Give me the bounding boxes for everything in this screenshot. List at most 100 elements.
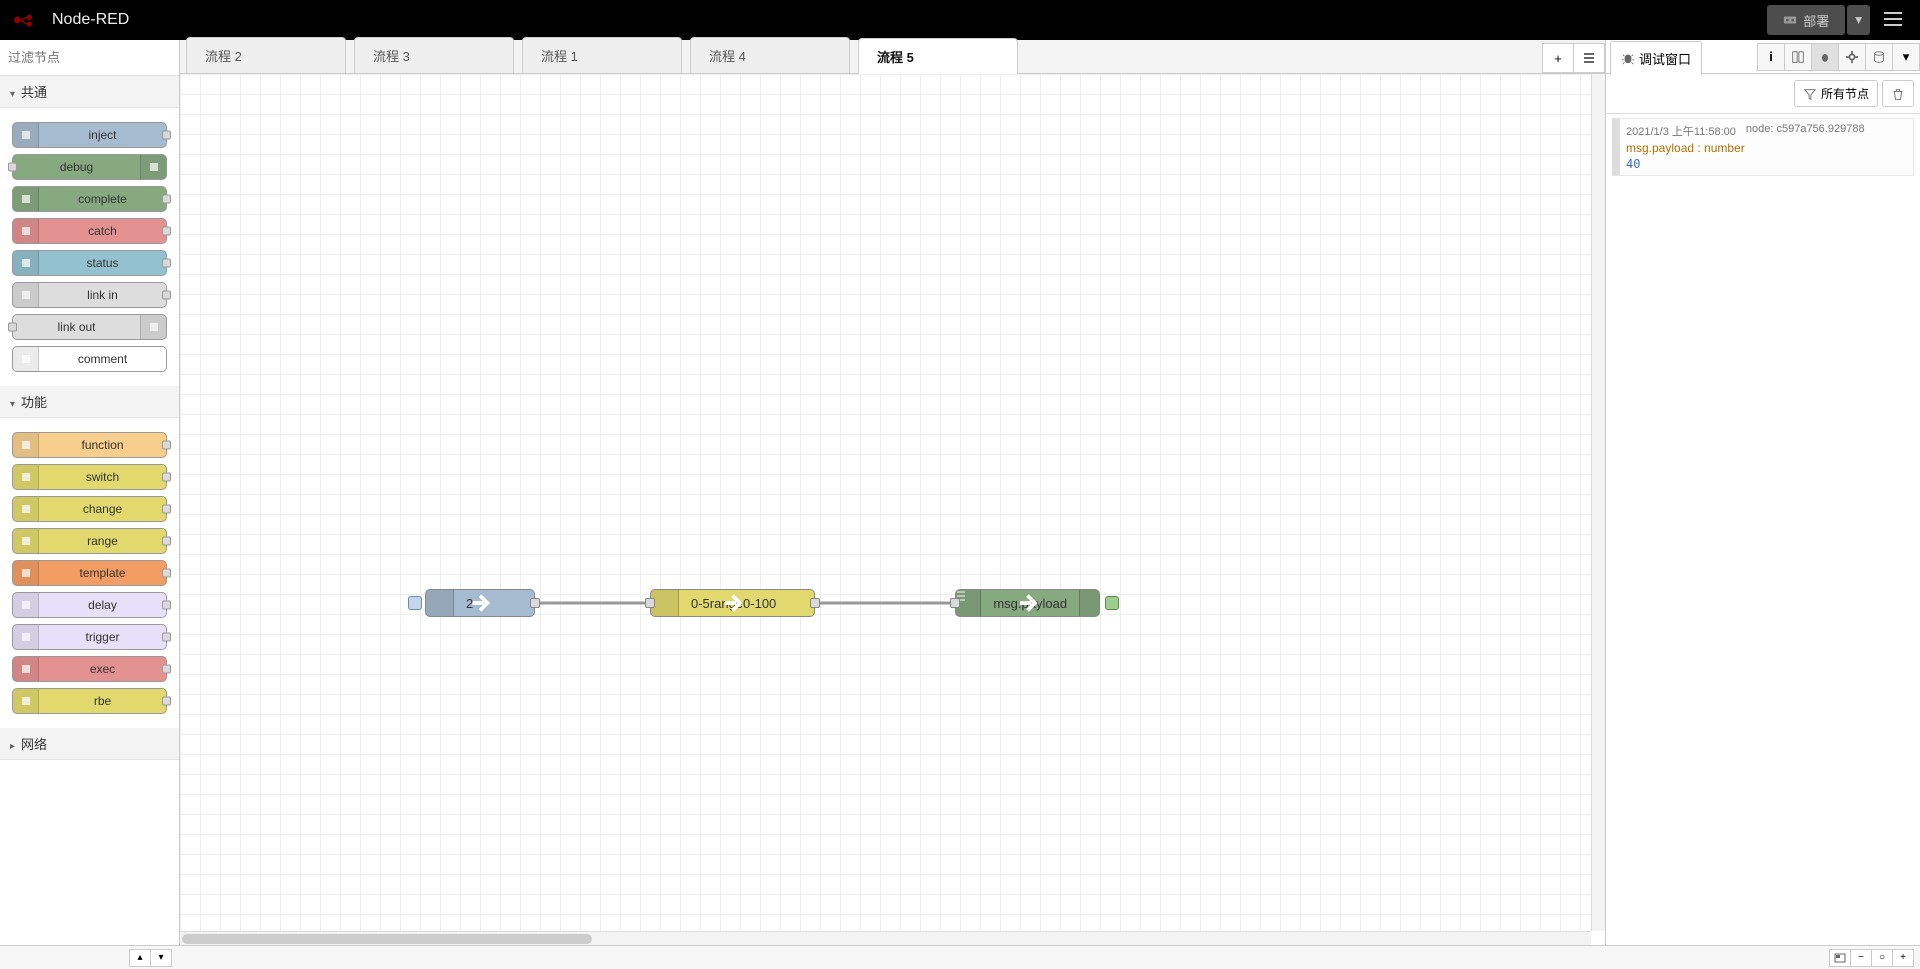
palette-node-debug[interactable]: debug: [12, 154, 167, 180]
inject-button[interactable]: [408, 596, 422, 610]
sidebar-tool-context[interactable]: [1865, 43, 1893, 71]
palette-node-status[interactable]: status: [12, 250, 167, 276]
palette-collapse-up[interactable]: ▴: [129, 949, 151, 967]
node-port-in[interactable]: [950, 598, 960, 608]
debug-filter-button[interactable]: 所有节点: [1794, 80, 1878, 107]
palette-node-comment[interactable]: comment: [12, 346, 167, 372]
sidebar-tab-debug[interactable]: 调试窗口: [1610, 41, 1702, 75]
status-bar: ▴ ▾ − ○ +: [0, 945, 1920, 969]
template-icon: [13, 561, 39, 585]
link-in-icon: [13, 283, 39, 307]
zoom-out[interactable]: −: [1850, 949, 1872, 967]
node-port-out[interactable]: [530, 598, 540, 608]
flow-tabs: 流程 2流程 3流程 1流程 4流程 5 +: [180, 40, 1605, 74]
palette-node-link-out[interactable]: link out: [12, 314, 167, 340]
palette-node-label: link out: [13, 320, 140, 334]
palette-node-label: catch: [39, 224, 166, 238]
palette-collapse-down[interactable]: ▾: [150, 949, 172, 967]
range-icon: [13, 529, 39, 553]
debug-toggle-icon: [1079, 590, 1099, 616]
add-flow-button[interactable]: +: [1542, 43, 1574, 73]
database-icon: [1872, 50, 1886, 64]
palette-node-rbe[interactable]: rbe: [12, 688, 167, 714]
flow-tab[interactable]: 流程 2: [186, 37, 346, 73]
comment-icon: [13, 347, 39, 371]
node-palette: 共通 inject debug complete catch status link in l…: [0, 40, 180, 945]
palette-category-common[interactable]: 共通: [0, 76, 179, 108]
debug-node: node: c597a756.929788: [1746, 123, 1865, 139]
palette-category-network[interactable]: 网络: [0, 728, 179, 760]
sidebar-tool-config[interactable]: [1838, 43, 1866, 71]
canvas-scrollbar-horizontal[interactable]: [180, 931, 1591, 945]
flow-canvas[interactable]: 2 0-5range0-100 msg.payload: [180, 74, 1591, 931]
book-icon: [1791, 50, 1805, 64]
palette-node-label: comment: [39, 352, 166, 366]
bug-icon: [1621, 51, 1635, 65]
palette-node-template[interactable]: template: [12, 560, 167, 586]
catch-icon: [13, 219, 39, 243]
view-navigator[interactable]: [1829, 949, 1851, 967]
palette-node-label: trigger: [39, 630, 166, 644]
function-icon: [13, 433, 39, 457]
flow-node-inject[interactable]: 2: [425, 589, 535, 617]
palette-node-range[interactable]: range: [12, 528, 167, 554]
status-icon: [13, 251, 39, 275]
palette-node-label: inject: [39, 128, 166, 142]
palette-node-inject[interactable]: inject: [12, 122, 167, 148]
delay-icon: [13, 593, 39, 617]
palette-node-catch[interactable]: catch: [12, 218, 167, 244]
flow-tab[interactable]: 流程 1: [522, 37, 682, 73]
palette-node-trigger[interactable]: trigger: [12, 624, 167, 650]
debug-filter-label: 所有节点: [1821, 85, 1869, 102]
palette-node-complete[interactable]: complete: [12, 186, 167, 212]
debug-status-icon: [1105, 596, 1119, 610]
flow-tab[interactable]: 流程 4: [690, 37, 850, 73]
palette-node-label: rbe: [39, 694, 166, 708]
workspace: 流程 2流程 3流程 1流程 4流程 5 + 2 0-5range0-100 msg.…: [180, 40, 1605, 945]
palette-node-change[interactable]: change: [12, 496, 167, 522]
palette-node-switch[interactable]: switch: [12, 464, 167, 490]
flow-node-debug[interactable]: msg.payload: [955, 589, 1100, 617]
palette-node-label: change: [39, 502, 166, 516]
flow-node-range[interactable]: 0-5range0-100: [650, 589, 815, 617]
complete-icon: [13, 187, 39, 211]
palette-category-function[interactable]: 功能: [0, 386, 179, 418]
debug-clear-button[interactable]: [1882, 80, 1914, 107]
inject-icon: [13, 123, 39, 147]
debug-icon: [140, 155, 166, 179]
sidebar-tool-more[interactable]: ▾: [1892, 43, 1920, 71]
palette-node-label: debug: [13, 160, 140, 174]
main-menu-button[interactable]: [1878, 6, 1908, 35]
node-port-in[interactable]: [645, 598, 655, 608]
node-port-out[interactable]: [810, 598, 820, 608]
palette-node-label: link in: [39, 288, 166, 302]
trigger-icon: [13, 625, 39, 649]
palette-node-function[interactable]: function: [12, 432, 167, 458]
palette-search-input[interactable]: [6, 46, 173, 69]
deploy-icon: [1783, 13, 1797, 27]
flow-tab[interactable]: 流程 3: [354, 37, 514, 73]
palette-node-link-in[interactable]: link in: [12, 282, 167, 308]
zoom-reset[interactable]: ○: [1871, 949, 1893, 967]
zoom-in[interactable]: +: [1892, 949, 1914, 967]
list-flows-button[interactable]: [1573, 43, 1605, 73]
palette-node-label: exec: [39, 662, 166, 676]
canvas-scrollbar-vertical[interactable]: [1591, 74, 1605, 931]
sidebar-tool-debug[interactable]: [1811, 43, 1839, 71]
palette-node-exec[interactable]: exec: [12, 656, 167, 682]
deploy-button[interactable]: 部署: [1767, 5, 1845, 35]
flow-tab[interactable]: 流程 5: [858, 38, 1018, 74]
deploy-label: 部署: [1803, 11, 1829, 30]
filter-icon: [1803, 87, 1817, 101]
sidebar-tool-help[interactable]: [1784, 43, 1812, 71]
debug-message[interactable]: 2021/1/3 上午11:58:00node: c597a756.929788…: [1612, 118, 1914, 176]
sidebar-tool-info[interactable]: i: [1757, 43, 1785, 71]
palette-node-label: delay: [39, 598, 166, 612]
deploy-dropdown[interactable]: ▾: [1847, 5, 1870, 35]
hamburger-icon: [1884, 12, 1902, 26]
palette-node-delay[interactable]: delay: [12, 592, 167, 618]
gear-icon: [1845, 50, 1859, 64]
link-out-icon: [140, 315, 166, 339]
bug-icon: [1818, 50, 1832, 64]
debug-topic: msg.payload : number: [1626, 141, 1907, 155]
